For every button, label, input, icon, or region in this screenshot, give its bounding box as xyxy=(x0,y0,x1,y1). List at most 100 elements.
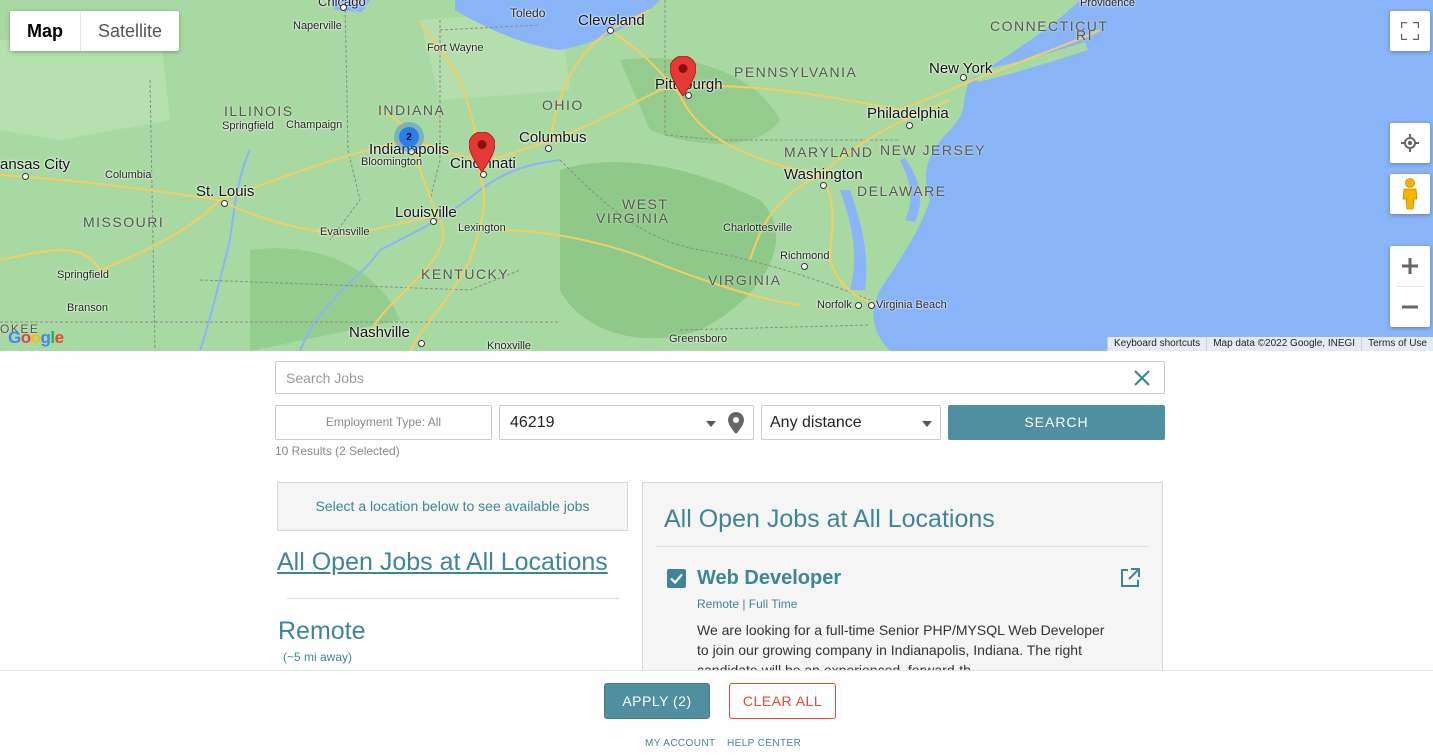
map-label-kansas-city: ansas City xyxy=(0,156,71,173)
map-label-nashville: Nashville xyxy=(349,324,410,341)
search-jobs-input[interactable] xyxy=(276,362,1116,393)
apply-button[interactable]: APPLY (2) xyxy=(604,683,710,719)
minus-icon xyxy=(1402,305,1418,309)
city-dot xyxy=(22,173,29,180)
map-type-control: Map Satellite xyxy=(10,11,180,51)
map-label-lexington: Lexington xyxy=(458,222,506,234)
map-pin-pittsburgh[interactable] xyxy=(670,56,696,96)
job-title[interactable]: Web Developer xyxy=(697,567,841,590)
map-label-columbus: Columbus xyxy=(519,129,587,146)
terms-of-use-link[interactable]: Terms of Use xyxy=(1361,337,1433,351)
map-label-new-jersey: NEW JERSEY xyxy=(880,142,987,158)
map-label-philadelphia: Philadelphia xyxy=(867,105,949,122)
map-label-naperville: Naperville xyxy=(293,20,342,32)
map-label-pennsylvania: PENNSYLVANIA xyxy=(734,64,858,80)
help-center-link[interactable]: HELP CENTER xyxy=(727,738,801,749)
map-label-ri: RI xyxy=(1076,27,1093,43)
city-dot xyxy=(906,122,913,129)
search-jobs-field xyxy=(275,361,1165,394)
my-location-button[interactable] xyxy=(1390,123,1430,163)
city-dot xyxy=(801,263,808,270)
map-label-illinois: ILLINOIS xyxy=(224,103,294,119)
city-dot xyxy=(545,145,552,152)
map-label-west-virginia: VIRGINIA xyxy=(596,210,670,226)
clear-search-icon[interactable] xyxy=(1132,368,1152,388)
map-label-ohio: OHIO xyxy=(542,97,584,113)
location-pin-icon[interactable] xyxy=(728,412,744,434)
all-locations-link[interactable]: All Open Jobs at All Locations xyxy=(277,548,608,577)
location-field xyxy=(499,405,754,440)
map-terrain xyxy=(0,0,1433,351)
job-meta: Remote | Full Time xyxy=(697,597,798,611)
zoom-out-button[interactable] xyxy=(1390,287,1430,327)
map-label-virginia: VIRGINIA xyxy=(708,272,782,288)
results-count: 10 Results (2 Selected) xyxy=(275,444,400,458)
marker-cluster-count: 2 xyxy=(399,127,419,147)
map-label-kentucky: KENTUCKY xyxy=(421,266,510,282)
map-type-satellite-button[interactable]: Satellite xyxy=(80,11,179,51)
city-dot xyxy=(607,27,614,34)
map-type-map-button[interactable]: Map xyxy=(10,11,80,51)
chevron-down-icon xyxy=(922,421,932,427)
keyboard-shortcuts-link[interactable]: Keyboard shortcuts xyxy=(1107,337,1206,351)
map-view[interactable]: Chicago Toledo Cleveland Providence CONN… xyxy=(0,0,1433,351)
employment-type-select[interactable]: Employment Type: All xyxy=(275,405,492,440)
city-dot xyxy=(340,4,347,11)
city-dot xyxy=(221,200,228,207)
distance-select[interactable]: Any distance xyxy=(761,405,941,440)
map-label-richmond: Richmond xyxy=(780,250,830,262)
divider xyxy=(656,546,1148,547)
map-label-providence: Providence xyxy=(1080,0,1136,9)
map-label-charlottesville: Charlottesville xyxy=(723,222,793,234)
fullscreen-icon xyxy=(1401,22,1419,40)
map-label-virginia-beach: Virginia Beach xyxy=(876,299,947,311)
map-label-greensboro: Greensboro xyxy=(669,333,728,345)
jobs-panel: All Open Jobs at All Locations Web Devel… xyxy=(642,482,1163,682)
divider xyxy=(287,598,619,599)
city-dot xyxy=(868,302,875,309)
map-label-evansville: Evansville xyxy=(320,226,370,238)
map-label-delaware: DELAWARE xyxy=(857,183,947,199)
search-button[interactable]: SEARCH xyxy=(948,405,1165,440)
map-label-columbia: Columbia xyxy=(105,169,152,181)
map-label-missouri: MISSOURI xyxy=(83,214,165,230)
map-label-knoxville: Knoxville xyxy=(487,340,532,351)
map-label-branson: Branson xyxy=(67,302,108,314)
zip-code-input[interactable] xyxy=(500,406,690,439)
map-label-st-louis: St. Louis xyxy=(196,183,255,200)
city-dot xyxy=(855,302,862,309)
city-dot xyxy=(820,182,827,189)
chevron-down-icon[interactable] xyxy=(706,421,716,427)
map-label-springfield-mo: Springfield xyxy=(57,269,109,281)
external-link-icon[interactable] xyxy=(1119,567,1141,589)
jobs-panel-title: All Open Jobs at All Locations xyxy=(664,505,995,533)
map-label-toledo: Toledo xyxy=(510,6,546,20)
city-dot xyxy=(430,218,437,225)
map-label-maryland: MARYLAND xyxy=(784,144,874,160)
zoom-control xyxy=(1390,246,1430,327)
marker-cluster[interactable]: 2 xyxy=(394,122,424,152)
map-label-springfield-il: Springfield xyxy=(222,120,274,132)
plus-icon xyxy=(1402,258,1418,274)
location-remote[interactable]: Remote xyxy=(278,617,366,646)
my-account-link[interactable]: MY ACCOUNT xyxy=(645,738,716,749)
map-label-bloomington: Bloomington xyxy=(361,156,423,168)
job-select-checkbox[interactable] xyxy=(667,569,686,588)
map-pin-cincinnati[interactable] xyxy=(469,132,495,172)
fullscreen-button[interactable] xyxy=(1390,11,1430,51)
map-label-indiana: INDIANA xyxy=(378,102,446,118)
crosshair-icon xyxy=(1401,134,1419,152)
map-label-fort-wayne: Fort Wayne xyxy=(427,42,484,54)
map-data-text: Map data ©2022 Google, INEGI xyxy=(1206,337,1361,351)
google-logo: Google xyxy=(8,328,64,347)
map-label-champaign: Champaign xyxy=(286,119,343,131)
pegman-icon xyxy=(1402,178,1418,210)
city-dot xyxy=(480,171,487,178)
map-label-louisville: Louisville xyxy=(395,204,457,221)
city-dot xyxy=(960,74,967,81)
zoom-in-button[interactable] xyxy=(1390,246,1430,286)
clear-all-button[interactable]: CLEAR ALL xyxy=(729,683,836,719)
distance-value: Any distance xyxy=(770,414,862,431)
map-label-norfolk: Norfolk xyxy=(817,299,852,311)
street-view-button[interactable] xyxy=(1390,174,1430,214)
